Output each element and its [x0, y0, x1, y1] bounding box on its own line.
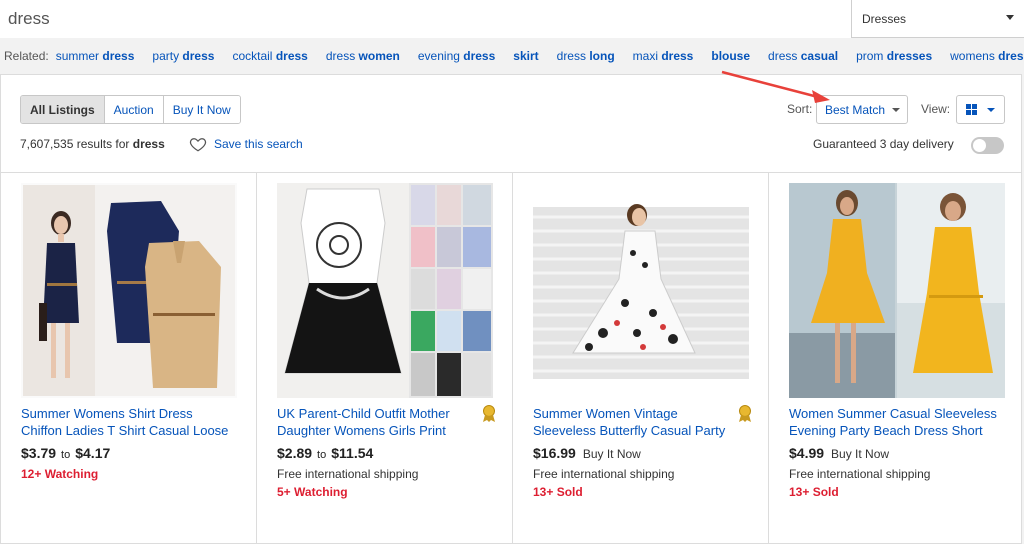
chevron-down-icon	[892, 108, 900, 112]
listing-title[interactable]: Women Summer Casual Sleeveless Evening Pa…	[789, 405, 1011, 439]
buy-format: Buy It Now	[831, 447, 890, 461]
search-bar: Dresses	[0, 0, 1024, 38]
top-rated-icon	[483, 405, 495, 422]
related-link[interactable]: cocktail dress	[232, 49, 307, 63]
price-row: $4.99 Buy It Now	[789, 445, 889, 461]
listing-title[interactable]: Summer Women Vintage Sleeveless Butterfly…	[533, 405, 755, 439]
shipping-info: Free international shipping	[533, 467, 675, 481]
listing-card[interactable]: Women Summer Casual Sleeveless Evening Pa…	[769, 173, 1024, 544]
save-search-link[interactable]: Save this search	[189, 135, 303, 153]
top-rated-icon	[739, 405, 751, 422]
price: $4.99	[789, 445, 825, 461]
listing-card[interactable]: Summer Womens Shirt Dress Chiffon Ladies …	[1, 173, 257, 544]
listing-title[interactable]: Summer Womens Shirt Dress Chiffon Ladies …	[21, 405, 243, 439]
category-select[interactable]: Dresses	[853, 0, 1024, 38]
view-label: View:	[921, 102, 951, 116]
listing-format-tabs: All Listings Auction Buy It Now	[20, 95, 241, 124]
shipping-info: Free international shipping	[789, 467, 931, 481]
price-from: $2.89	[277, 445, 313, 461]
watch-count: 12+ Watching	[21, 467, 99, 481]
related-link[interactable]: prom dresses	[856, 49, 932, 63]
shipping-info: Free international shipping	[277, 467, 419, 481]
buy-format: Buy It Now	[582, 447, 641, 461]
related-link[interactable]: evening dress	[418, 49, 495, 63]
grid-icon	[966, 104, 977, 115]
save-search-label: Save this search	[214, 137, 303, 151]
listing-image[interactable]	[533, 183, 749, 398]
results-panel: All Listings Auction Buy It Now 7,607,53…	[0, 74, 1022, 544]
listing-card[interactable]: UK Parent-Child Outfit Mother Daughter Wo…	[257, 173, 513, 544]
sort-select[interactable]: Best Match	[816, 95, 908, 124]
listing-image[interactable]	[277, 183, 493, 398]
related-searches: Related: summer dress party dress cockta…	[0, 39, 1024, 72]
price-row: $3.79 to $4.17	[21, 445, 110, 461]
tab-auction[interactable]: Auction	[103, 96, 163, 123]
category-select-label: Dresses	[862, 12, 907, 26]
related-link[interactable]: summer dress	[56, 49, 135, 63]
price-row: $2.89 to $11.54	[277, 445, 373, 461]
view-select[interactable]	[956, 95, 1005, 124]
price-from: $3.79	[21, 445, 57, 461]
related-link[interactable]: womens dresse...	[950, 49, 1024, 63]
related-link[interactable]: blouse	[711, 49, 750, 63]
sort-value: Best Match	[825, 102, 886, 117]
tab-all-listings[interactable]: All Listings	[21, 96, 104, 123]
listing-title[interactable]: UK Parent-Child Outfit Mother Daughter Wo…	[277, 405, 499, 439]
price-row: $16.99 Buy It Now	[533, 445, 641, 461]
price-to: $4.17	[75, 445, 111, 461]
chevron-down-icon	[1006, 15, 1014, 20]
price: $16.99	[533, 445, 576, 461]
price-to: $11.54	[331, 445, 374, 461]
results-count: 7,607,535 results for dress	[20, 137, 165, 151]
related-label: Related:	[4, 48, 49, 63]
delivery-toggle[interactable]	[971, 137, 1004, 154]
listing-card[interactable]: Summer Women Vintage Sleeveless Butterfly…	[513, 173, 769, 544]
heart-icon	[189, 138, 207, 152]
related-link[interactable]: dress long	[557, 49, 615, 63]
sold-count: 13+ Sold	[533, 485, 583, 499]
sort-label: Sort:	[787, 102, 813, 116]
sold-count: 13+ Sold	[789, 485, 839, 499]
related-link[interactable]: dress casual	[768, 49, 838, 63]
related-link[interactable]: maxi dress	[633, 49, 694, 63]
delivery-filter-label: Guaranteed 3 day delivery	[813, 137, 954, 151]
search-input[interactable]	[0, 0, 852, 38]
related-link[interactable]: skirt	[513, 49, 538, 63]
listing-image[interactable]	[789, 183, 1005, 398]
tab-buy-it-now[interactable]: Buy It Now	[162, 96, 240, 123]
related-link[interactable]: party dress	[152, 49, 214, 63]
chevron-down-icon	[987, 108, 995, 112]
watch-count: 5+ Watching	[277, 485, 348, 499]
price-separator: to	[61, 449, 71, 461]
toggle-knob	[973, 139, 986, 152]
price-separator: to	[317, 449, 327, 461]
related-link[interactable]: dress women	[326, 49, 400, 63]
listing-image[interactable]	[21, 183, 237, 398]
